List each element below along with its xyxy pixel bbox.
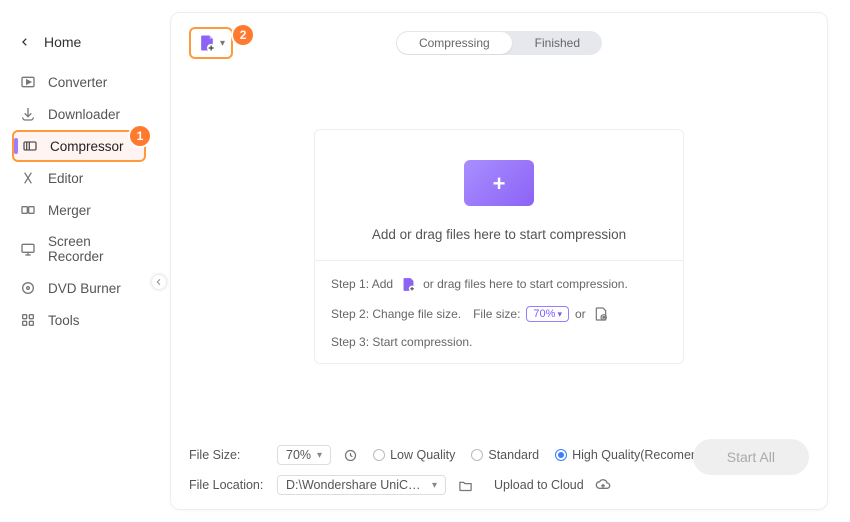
start-all-button[interactable]: Start All xyxy=(693,439,809,475)
compressor-icon xyxy=(22,138,38,154)
sidebar-item-label: Editor xyxy=(48,171,83,186)
location-select[interactable]: D:\Wondershare UniConverter 1 ▾ xyxy=(277,475,446,495)
quality-standard-radio[interactable]: Standard xyxy=(471,448,539,462)
sidebar-item-label: DVD Burner xyxy=(48,281,121,296)
cloud-upload-icon[interactable] xyxy=(594,476,612,494)
converter-icon xyxy=(20,74,36,90)
main-panel: ▾ 2 Compressing Finished Add or drag fil… xyxy=(160,0,850,522)
add-files-button[interactable]: ▾ 2 xyxy=(189,27,233,59)
sidebar-item-compressor[interactable]: Compressor xyxy=(12,130,146,162)
sidebar-item-screen-recorder[interactable]: Screen Recorder xyxy=(0,226,160,272)
chevron-left-icon xyxy=(20,37,30,47)
sidebar-item-label: Merger xyxy=(48,203,91,218)
chevron-down-icon: ▾ xyxy=(317,450,322,461)
tools-icon xyxy=(20,312,36,328)
quality-high-radio[interactable]: High Quality(Recomend) xyxy=(555,448,709,462)
button-label: Start All xyxy=(727,449,775,465)
select-value: D:\Wondershare UniConverter 1 xyxy=(286,478,426,492)
sidebar-item-dvd-burner[interactable]: DVD Burner xyxy=(0,272,160,304)
status-tabs: Compressing Finished xyxy=(396,31,602,55)
radio-label: High Quality(Recomend) xyxy=(572,448,709,462)
tab-finished[interactable]: Finished xyxy=(513,31,602,55)
sidebar-item-label: Compressor xyxy=(50,139,124,154)
radio-label: Standard xyxy=(488,448,539,462)
sidebar-item-label: Screen Recorder xyxy=(48,234,140,264)
radio-label: Low Quality xyxy=(390,448,455,462)
step-text: Step 2: Change file size. xyxy=(331,307,461,321)
tab-label: Finished xyxy=(535,36,580,50)
step-text: File size: xyxy=(473,307,520,321)
reset-icon[interactable] xyxy=(341,446,359,464)
step-2: Step 2: Change file size. File size: 70%… xyxy=(331,305,667,323)
instruction-steps: Step 1: Add or drag files here to start … xyxy=(315,261,683,363)
quality-low-radio[interactable]: Low Quality xyxy=(373,448,455,462)
step-text: or drag files here to start compression. xyxy=(423,277,628,291)
upload-to-cloud-label: Upload to Cloud xyxy=(494,478,584,492)
open-folder-icon[interactable] xyxy=(456,476,474,494)
filesize-label: File Size: xyxy=(189,448,267,462)
dropzone[interactable]: Add or drag files here to start compress… xyxy=(314,129,684,364)
step-3: Step 3: Start compression. xyxy=(331,335,667,349)
sidebar-item-merger[interactable]: Merger xyxy=(0,194,160,226)
chevron-down-icon: ▾ xyxy=(220,38,225,49)
screen-recorder-icon xyxy=(20,241,36,257)
sidebar: Home Converter Downloader Compressor Edi… xyxy=(0,0,160,522)
settings-file-icon[interactable] xyxy=(592,305,610,323)
annotation-badge-2: 2 xyxy=(233,25,253,45)
filesize-select[interactable]: 70% ▾ xyxy=(277,445,331,465)
step-1: Step 1: Add or drag files here to start … xyxy=(331,275,667,293)
tab-label: Compressing xyxy=(419,36,490,50)
home-label: Home xyxy=(44,34,81,50)
sidebar-item-label: Converter xyxy=(48,75,107,90)
downloader-icon xyxy=(20,106,36,122)
collapse-sidebar-icon[interactable] xyxy=(152,275,166,289)
step-text: or xyxy=(575,307,586,321)
add-file-icon xyxy=(197,33,217,53)
dvd-burner-icon xyxy=(20,280,36,296)
chevron-down-icon: ▾ xyxy=(557,309,562,320)
sidebar-item-downloader[interactable]: Downloader xyxy=(0,98,160,130)
annotation-badge-1: 1 xyxy=(130,126,150,146)
dropzone-title: Add or drag files here to start compress… xyxy=(372,227,626,242)
location-label: File Location: xyxy=(189,478,267,492)
filesize-percent-select[interactable]: 70%▾ xyxy=(526,306,569,322)
sidebar-item-converter[interactable]: Converter xyxy=(0,66,160,98)
home-back[interactable]: Home xyxy=(0,28,160,66)
merger-icon xyxy=(20,202,36,218)
sidebar-item-label: Tools xyxy=(48,313,80,328)
step-text: Step 1: Add xyxy=(331,277,393,291)
bottom-bar: File Size: 70% ▾ Low Quality Standard Hi… xyxy=(189,433,809,495)
sidebar-item-tools[interactable]: Tools xyxy=(0,304,160,336)
step-text: Step 3: Start compression. xyxy=(331,335,472,349)
editor-icon xyxy=(20,170,36,186)
folder-add-icon xyxy=(464,156,534,211)
select-value: 70% xyxy=(286,448,311,462)
percent-value: 70% xyxy=(533,308,555,320)
add-file-icon xyxy=(399,275,417,293)
sidebar-item-editor[interactable]: Editor xyxy=(0,162,160,194)
tab-compressing[interactable]: Compressing xyxy=(397,32,512,54)
sidebar-item-label: Downloader xyxy=(48,107,120,122)
chevron-down-icon: ▾ xyxy=(432,480,437,491)
